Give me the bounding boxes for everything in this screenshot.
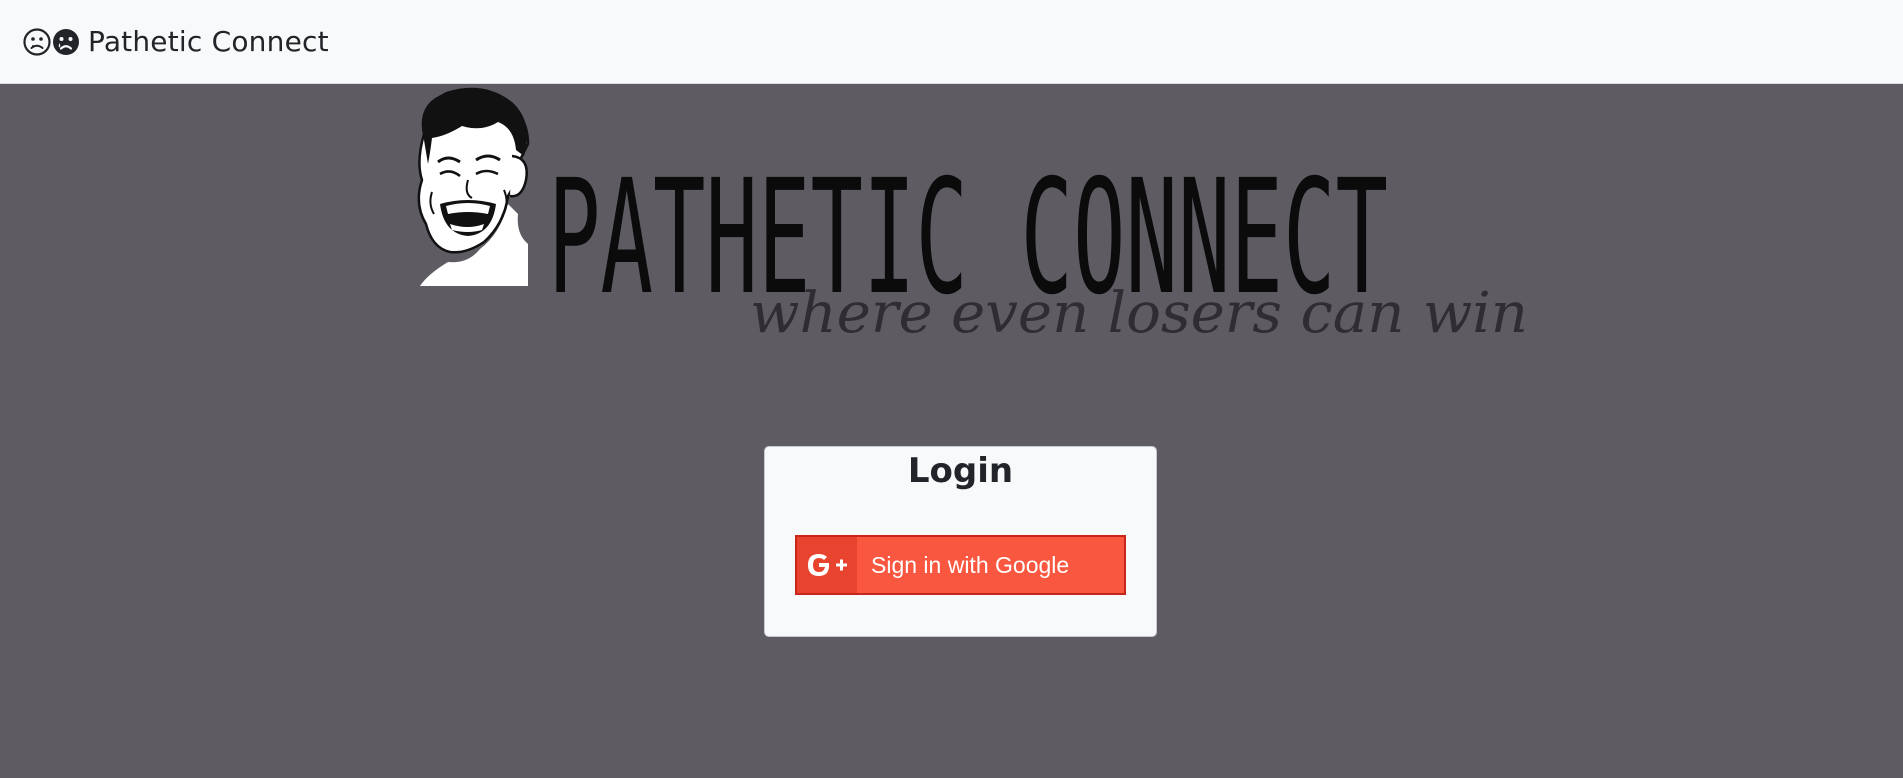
login-title: Login	[907, 451, 1014, 491]
google-signin-button[interactable]: Sign in with Google	[795, 535, 1126, 595]
navbar-brand-link[interactable]: Pathetic Connect	[23, 25, 329, 58]
brand-icons	[23, 27, 80, 56]
google-signin-label: Sign in with Google	[871, 551, 1070, 578]
hero-banner: PATHETIC CONNECT where even losers can w…	[417, 87, 1528, 346]
google-icon-box	[797, 537, 857, 593]
sad-face-outline-icon	[23, 27, 51, 56]
google-plus-icon	[808, 554, 847, 576]
crying-face-solid-icon	[53, 28, 79, 55]
laughing-meme-face-image	[417, 87, 530, 286]
login-card: Login Sign in with Google	[764, 446, 1157, 637]
top-navbar: Pathetic Connect	[0, 0, 1903, 84]
brand-text: Pathetic Connect	[88, 25, 329, 58]
banner-tagline: where even losers can win	[750, 281, 1528, 346]
